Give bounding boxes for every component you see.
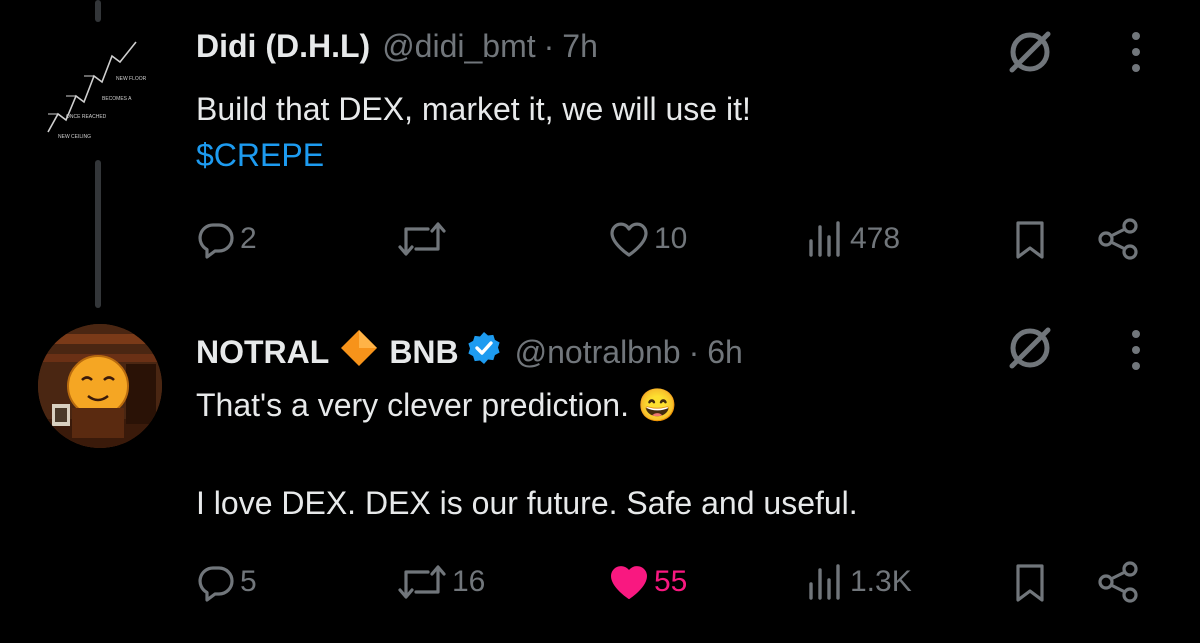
tweet-header: Didi (D.H.L) @didi_bmt · 7h (196, 28, 598, 65)
avatar-label-1: NEW FLOOR (116, 76, 147, 82)
tweet-header: NOTRAL BNB @notralbnb · 6h (196, 328, 743, 376)
bookmark-button[interactable] (1012, 562, 1048, 602)
display-name[interactable]: Didi (D.H.L) (196, 28, 370, 65)
like-count: 10 (654, 222, 688, 255)
like-button[interactable]: 10 (608, 219, 687, 259)
more-options-icon[interactable] (1128, 30, 1144, 79)
analytics-icon (809, 564, 840, 600)
bookmark-icon (1016, 221, 1044, 259)
tweet-text: That's a very clever prediction. 😄 I lov… (196, 382, 858, 526)
reply-count: 5 (240, 565, 257, 598)
share-icon (1098, 218, 1138, 260)
views-button[interactable]: 478 (806, 219, 900, 259)
reply-count: 2 (240, 222, 257, 255)
grok-icon[interactable] (1004, 26, 1056, 83)
tweet-1[interactable]: NEW FLOOR BECOMES A ONCE REACHED NEW CEI… (0, 0, 1200, 300)
tweet-text-line-1: That's a very clever prediction. 😄 (196, 387, 678, 423)
cashtag-link[interactable]: $CREPE (196, 132, 751, 178)
reply-icon (198, 223, 234, 259)
more-options-icon[interactable] (1128, 328, 1144, 377)
tweet-2[interactable]: NOTRAL BNB @notralbnb · 6h That's a very… (0, 300, 1200, 643)
avatar[interactable] (38, 324, 162, 448)
display-name-part2[interactable]: BNB (389, 334, 458, 371)
share-button[interactable] (1096, 560, 1140, 604)
share-button[interactable] (1096, 217, 1140, 261)
separator: · (688, 333, 700, 370)
timestamp[interactable]: 6h (707, 334, 743, 371)
user-handle[interactable]: @didi_bmt (382, 28, 535, 65)
display-name-part1[interactable]: NOTRAL (196, 334, 329, 371)
views-button[interactable]: 1.3K (806, 562, 912, 602)
like-button[interactable]: 55 (608, 562, 687, 602)
bookmark-icon (1016, 564, 1044, 602)
timestamp[interactable]: 7h (562, 28, 598, 65)
heart-icon (610, 222, 648, 257)
analytics-icon (809, 221, 840, 257)
reply-button[interactable]: 2 (196, 219, 257, 259)
user-handle[interactable]: @notralbnb (515, 334, 681, 371)
tweet-text-line-2: I love DEX. DEX is our future. Safe and … (196, 485, 858, 521)
heart-filled-icon (611, 566, 647, 599)
view-count: 1.3K (850, 565, 912, 598)
reply-icon (198, 566, 234, 602)
share-icon (1098, 561, 1138, 603)
grok-icon[interactable] (1004, 322, 1056, 379)
repost-icon (398, 565, 446, 599)
tweet-text-line: Build that DEX, market it, we will use i… (196, 91, 751, 127)
tweet-text: Build that DEX, market it, we will use i… (196, 86, 751, 178)
verified-badge-icon (467, 331, 501, 373)
orange-diamond-icon (339, 328, 379, 376)
like-count: 55 (654, 565, 688, 598)
reply-button[interactable]: 5 (196, 562, 257, 602)
repost-icon (398, 222, 446, 256)
avatar-label-3: ONCE REACHED (66, 114, 107, 120)
avatar-label-4: NEW CEILING (58, 134, 91, 140)
stairs-chart-icon: NEW FLOOR BECOMES A ONCE REACHED NEW CEI… (47, 41, 147, 140)
repost-button[interactable]: 16 (396, 562, 485, 602)
pixel-character-avatar (38, 324, 162, 448)
repost-button[interactable] (396, 219, 452, 259)
view-count: 478 (850, 222, 901, 255)
avatar-label-2: BECOMES A (102, 96, 132, 102)
separator: · (543, 28, 555, 64)
avatar[interactable]: NEW FLOOR BECOMES A ONCE REACHED NEW CEI… (36, 34, 160, 158)
repost-count: 16 (452, 565, 486, 598)
bookmark-button[interactable] (1012, 219, 1048, 259)
